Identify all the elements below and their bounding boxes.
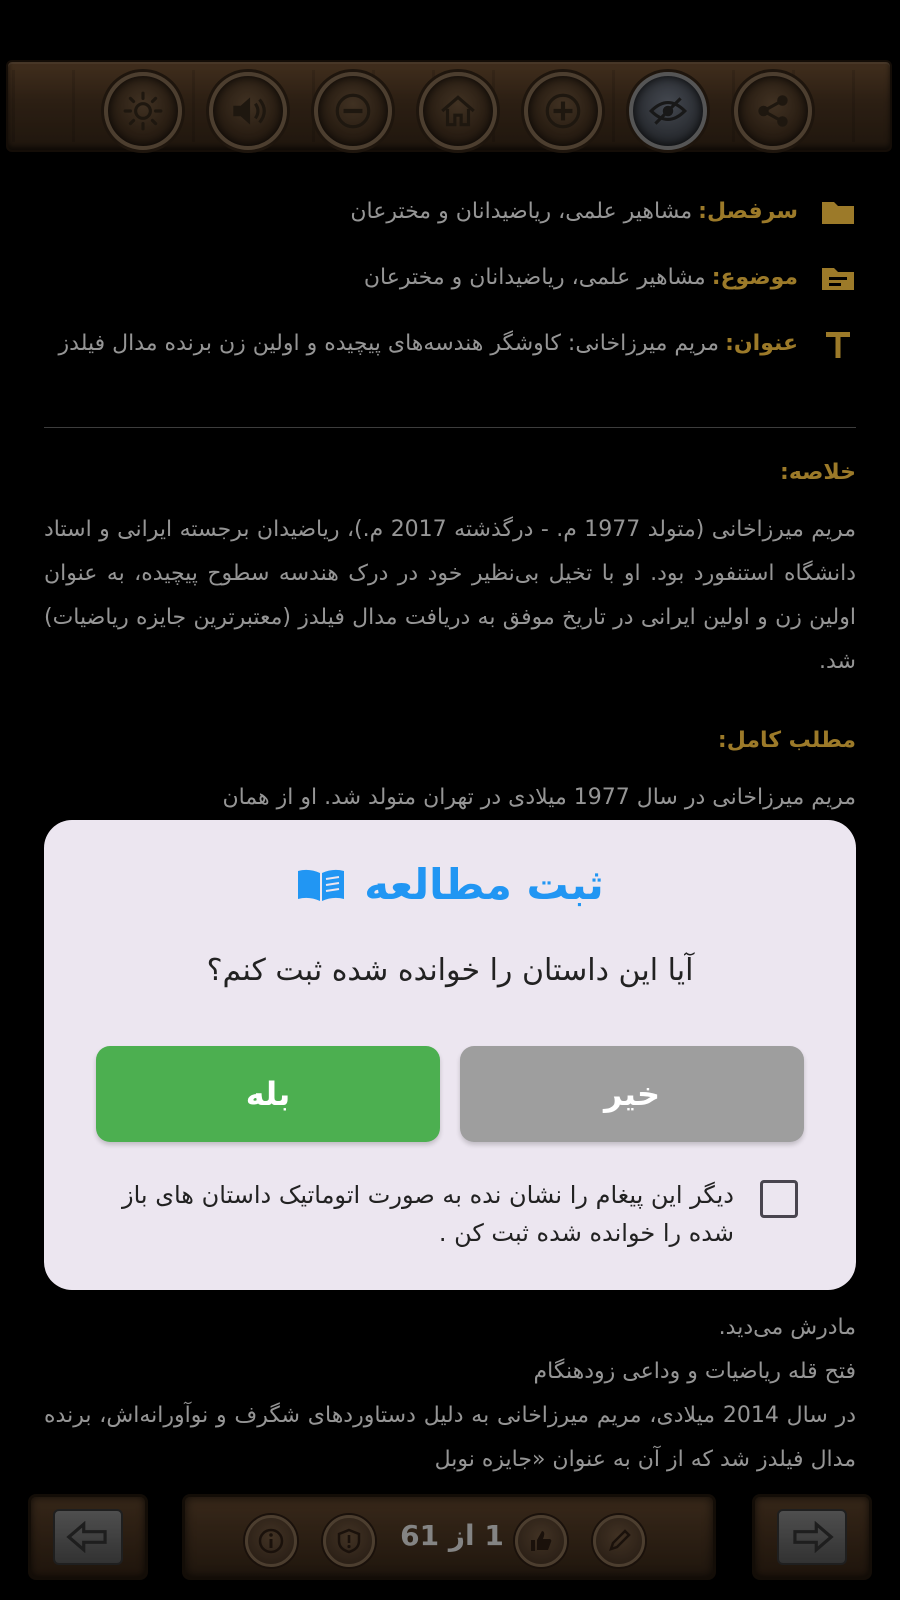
read-confirm-dialog: ثبت مطالعه آیا این داستان را خوانده شده …	[44, 820, 856, 1290]
dialog-title-text: ثبت مطالعه	[364, 860, 604, 909]
yes-button[interactable]: بله	[96, 1046, 440, 1142]
dialog-title: ثبت مطالعه	[44, 860, 856, 909]
modal-overlay	[0, 0, 900, 1600]
dialog-question: آیا این داستان را خوانده شده ثبت کنم؟	[206, 953, 694, 988]
no-button[interactable]: خیر	[460, 1046, 804, 1142]
dont-show-again-row[interactable]: دیگر این پیغام را نشان نده به صورت اتوما…	[104, 1176, 798, 1252]
dont-show-again-label: دیگر این پیغام را نشان نده به صورت اتوما…	[121, 1181, 734, 1247]
dont-show-again-checkbox[interactable]	[760, 1180, 798, 1218]
open-book-icon	[298, 869, 345, 901]
